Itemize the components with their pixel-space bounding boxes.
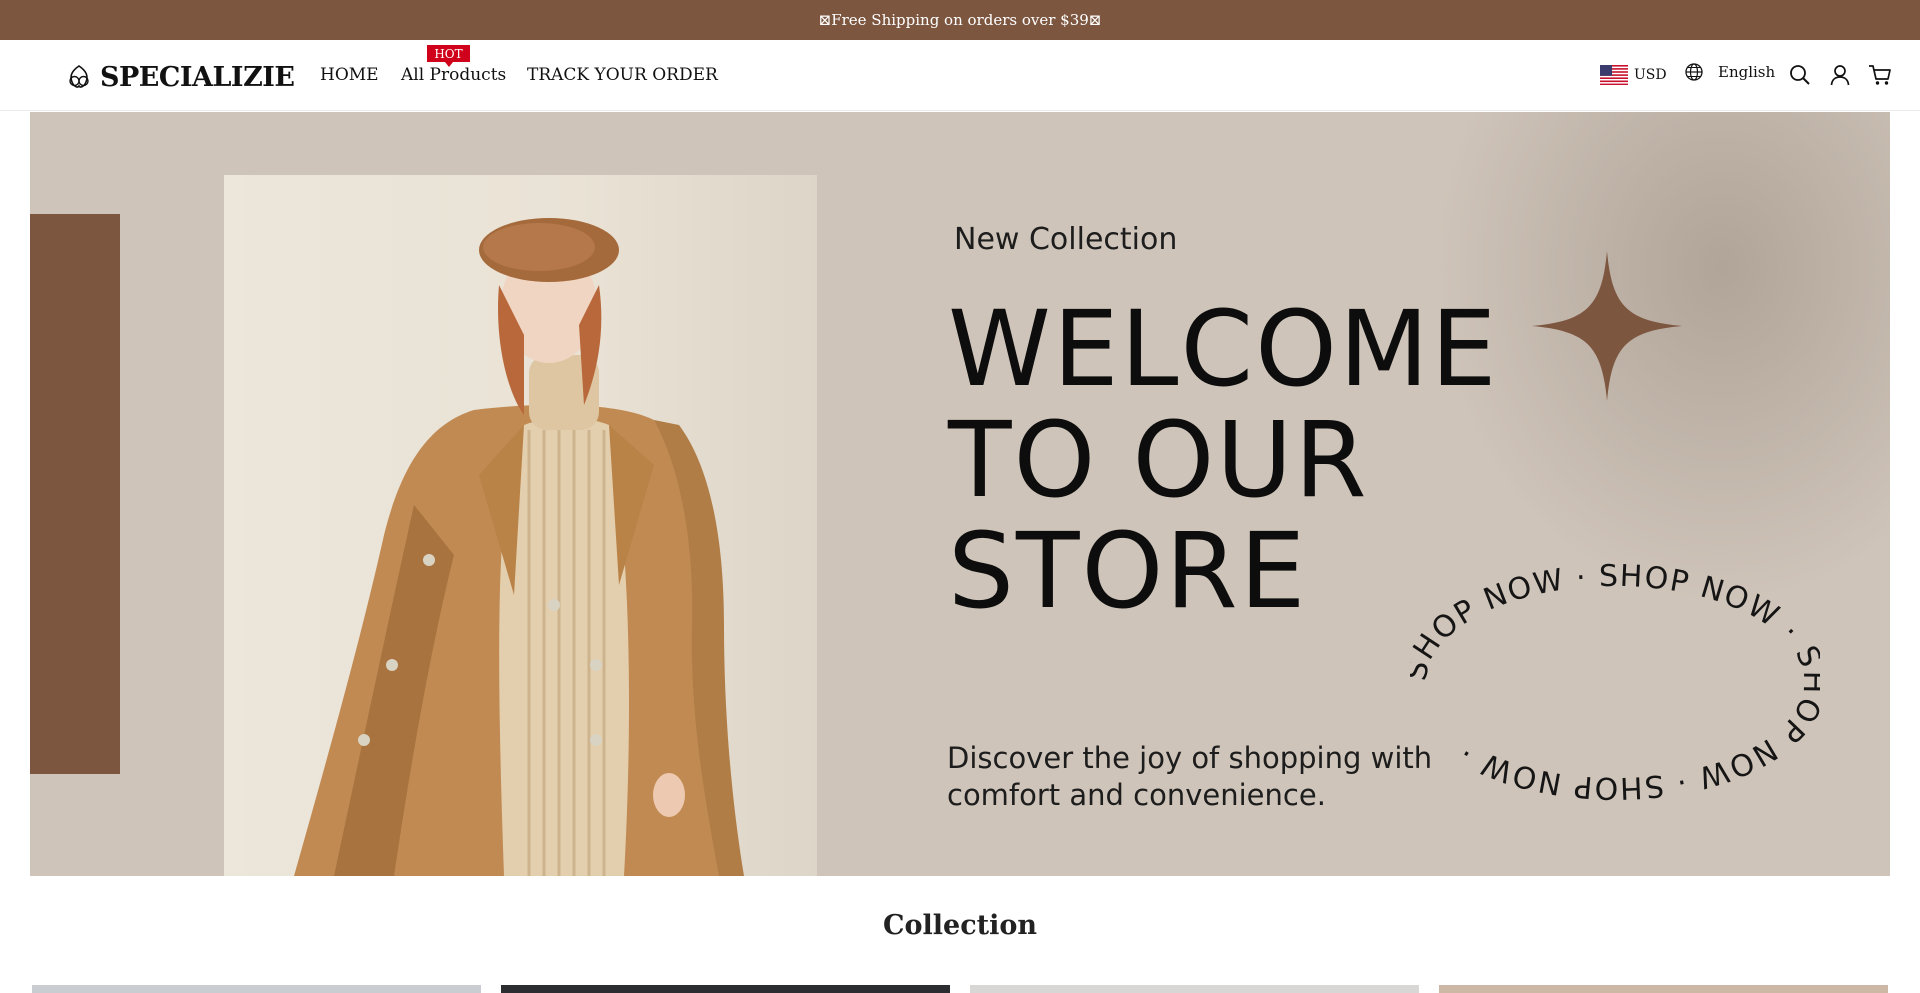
brand-name: SPECIALIZIE — [100, 61, 295, 93]
hero-description-line: Discover the joy of shopping with — [947, 741, 1433, 775]
nav-home[interactable]: HOME — [320, 65, 379, 85]
language-label: English — [1718, 63, 1776, 81]
announcement-bar: ⊠Free Shipping on orders over $39⊠ — [0, 0, 1920, 40]
globe-icon — [1685, 63, 1703, 81]
brand-logo[interactable]: SPECIALIZIE — [64, 60, 295, 94]
hero-model-image — [224, 175, 817, 876]
collection-title: Collection — [883, 910, 1037, 941]
collection-card[interactable] — [501, 985, 950, 993]
svg-text:SHOP NOW · SHOP NOW · SHOP NOW: SHOP NOW · SHOP NOW · SHOP NOW · SHOP NO… — [1410, 559, 1820, 805]
collection-card[interactable] — [970, 985, 1419, 993]
cart-icon — [1869, 65, 1891, 85]
accent-band — [30, 214, 120, 774]
hero-description-line: comfort and convenience. — [947, 778, 1326, 812]
account-icon — [1830, 65, 1850, 86]
site-header: SPECIALIZIE HOME All Products HOT TRACK … — [0, 40, 1920, 111]
hero-title-line: WELCOME — [948, 288, 1499, 410]
currency-label: USD — [1634, 67, 1667, 83]
account-button[interactable] — [1827, 62, 1853, 88]
collection-card[interactable] — [1439, 985, 1888, 993]
cart-button[interactable] — [1867, 62, 1893, 88]
hero-banner[interactable]: New Collection WELCOME TO OUR STORE SHOP… — [30, 112, 1890, 876]
language-selector[interactable]: English — [1684, 62, 1775, 82]
hero-description: Discover the joy of shopping with comfor… — [947, 740, 1467, 814]
search-button[interactable] — [1787, 62, 1813, 88]
model-illustration — [294, 218, 744, 876]
search-icon — [1790, 65, 1810, 85]
us-flag-icon — [1600, 65, 1628, 85]
shop-now-ring[interactable]: SHOP NOW · SHOP NOW · SHOP NOW · SHOP NO… — [1410, 512, 1820, 852]
announcement-text: ⊠Free Shipping on orders over $39⊠ — [818, 11, 1102, 29]
hero-title-line: TO OUR — [948, 399, 1369, 521]
sparkle-star-icon — [1532, 251, 1682, 401]
shop-now-ring-text: SHOP NOW · SHOP NOW · SHOP NOW · SHOP NO… — [1410, 559, 1820, 805]
logo-mark-icon — [69, 65, 89, 88]
nav-all-products[interactable]: All Products — [401, 65, 506, 85]
collection-card[interactable] — [32, 985, 481, 993]
hot-badge: HOT — [427, 45, 470, 67]
currency-selector[interactable]: USD — [1600, 65, 1667, 85]
nav-track-order[interactable]: TRACK YOUR ORDER — [527, 65, 718, 85]
hero-eyebrow: New Collection — [954, 222, 1178, 257]
